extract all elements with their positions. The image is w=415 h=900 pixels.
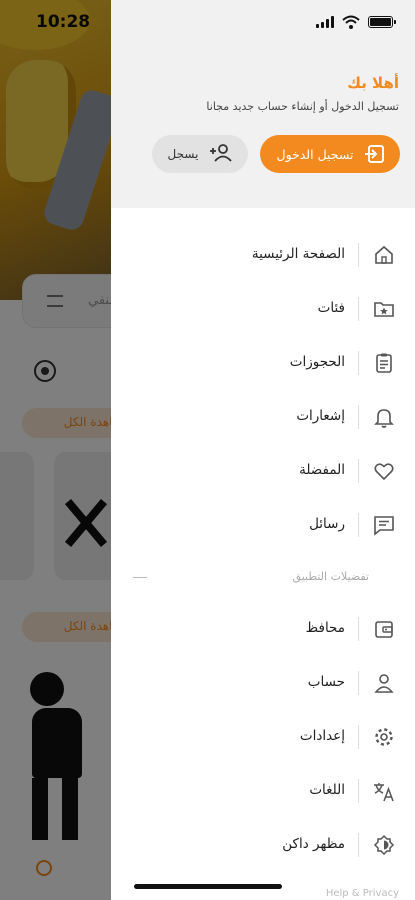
menu-item-label: المفضلة: [299, 462, 345, 478]
folder-star-icon: [373, 298, 395, 320]
heart-icon: [373, 460, 395, 482]
status-icons: [316, 14, 396, 30]
menu-item-categories[interactable]: فئات: [111, 287, 415, 331]
login-button[interactable]: تسجيل الدخول: [260, 135, 400, 173]
menu-item-account[interactable]: حساب: [111, 661, 415, 705]
login-icon: [364, 145, 384, 163]
menu-item-home[interactable]: الصفحة الرئيسية: [111, 233, 415, 277]
menu-item-wallets[interactable]: محافظ: [111, 607, 415, 651]
menu-item-label: محافظ: [305, 620, 345, 636]
menu-item-label: اللغات: [309, 782, 345, 798]
user-icon: [373, 672, 395, 694]
greeting-subtitle: تسجيل الدخول أو إنشاء حساب جديد مجانا: [206, 100, 399, 113]
menu-item-dark-mode[interactable]: مظهر داكن: [111, 823, 415, 867]
gear-icon: [373, 726, 395, 748]
login-button-label: تسجيل الدخول: [276, 146, 354, 162]
clipboard-icon: [373, 352, 395, 374]
navigation-drawer: أهلا بك تسجيل الدخول أو إنشاء حساب جديد …: [111, 0, 415, 900]
menu-item-settings[interactable]: إعدادات: [111, 715, 415, 759]
greeting-title: أهلا بك: [347, 74, 399, 92]
register-button-label: يسجل: [167, 147, 199, 161]
register-button[interactable]: يسجل: [152, 135, 248, 173]
menu-item-label: فئات: [317, 300, 345, 316]
menu-item-label: الصفحة الرئيسية: [251, 246, 345, 262]
chat-icon: [373, 514, 395, 536]
menu-item-label: رسائل: [309, 516, 345, 532]
wallet-icon: [373, 618, 395, 640]
wifi-icon: [342, 15, 360, 29]
menu-item-label: الحجوزات: [289, 354, 345, 370]
menu-item-label: حساب: [307, 674, 345, 690]
home-icon: [373, 244, 395, 266]
dark-mode-icon: [373, 834, 395, 856]
preferences-section-title: تفضيلات التطبيق: [292, 570, 369, 583]
signal-icon: [316, 16, 334, 28]
help-privacy-link[interactable]: Help & Privacy: [326, 888, 399, 899]
drawer-header: أهلا بك تسجيل الدخول أو إنشاء حساب جديد …: [111, 0, 415, 208]
translate-icon: [373, 780, 395, 802]
home-indicator: [134, 884, 282, 889]
menu-item-label: مظهر داكن: [282, 836, 345, 852]
section-divider: [133, 577, 147, 578]
menu-item-notifications[interactable]: إشعارات: [111, 395, 415, 439]
battery-icon: [368, 16, 396, 28]
add-user-icon: [210, 143, 233, 165]
menu-item-languages[interactable]: اللغات: [111, 769, 415, 813]
menu-item-label: إعدادات: [299, 728, 345, 744]
menu-item-messages[interactable]: رسائل: [111, 503, 415, 547]
menu-item-favorites[interactable]: المفضلة: [111, 449, 415, 493]
bell-icon: [373, 406, 395, 428]
menu-item-bookings[interactable]: الحجوزات: [111, 341, 415, 385]
menu-item-label: إشعارات: [296, 408, 345, 424]
